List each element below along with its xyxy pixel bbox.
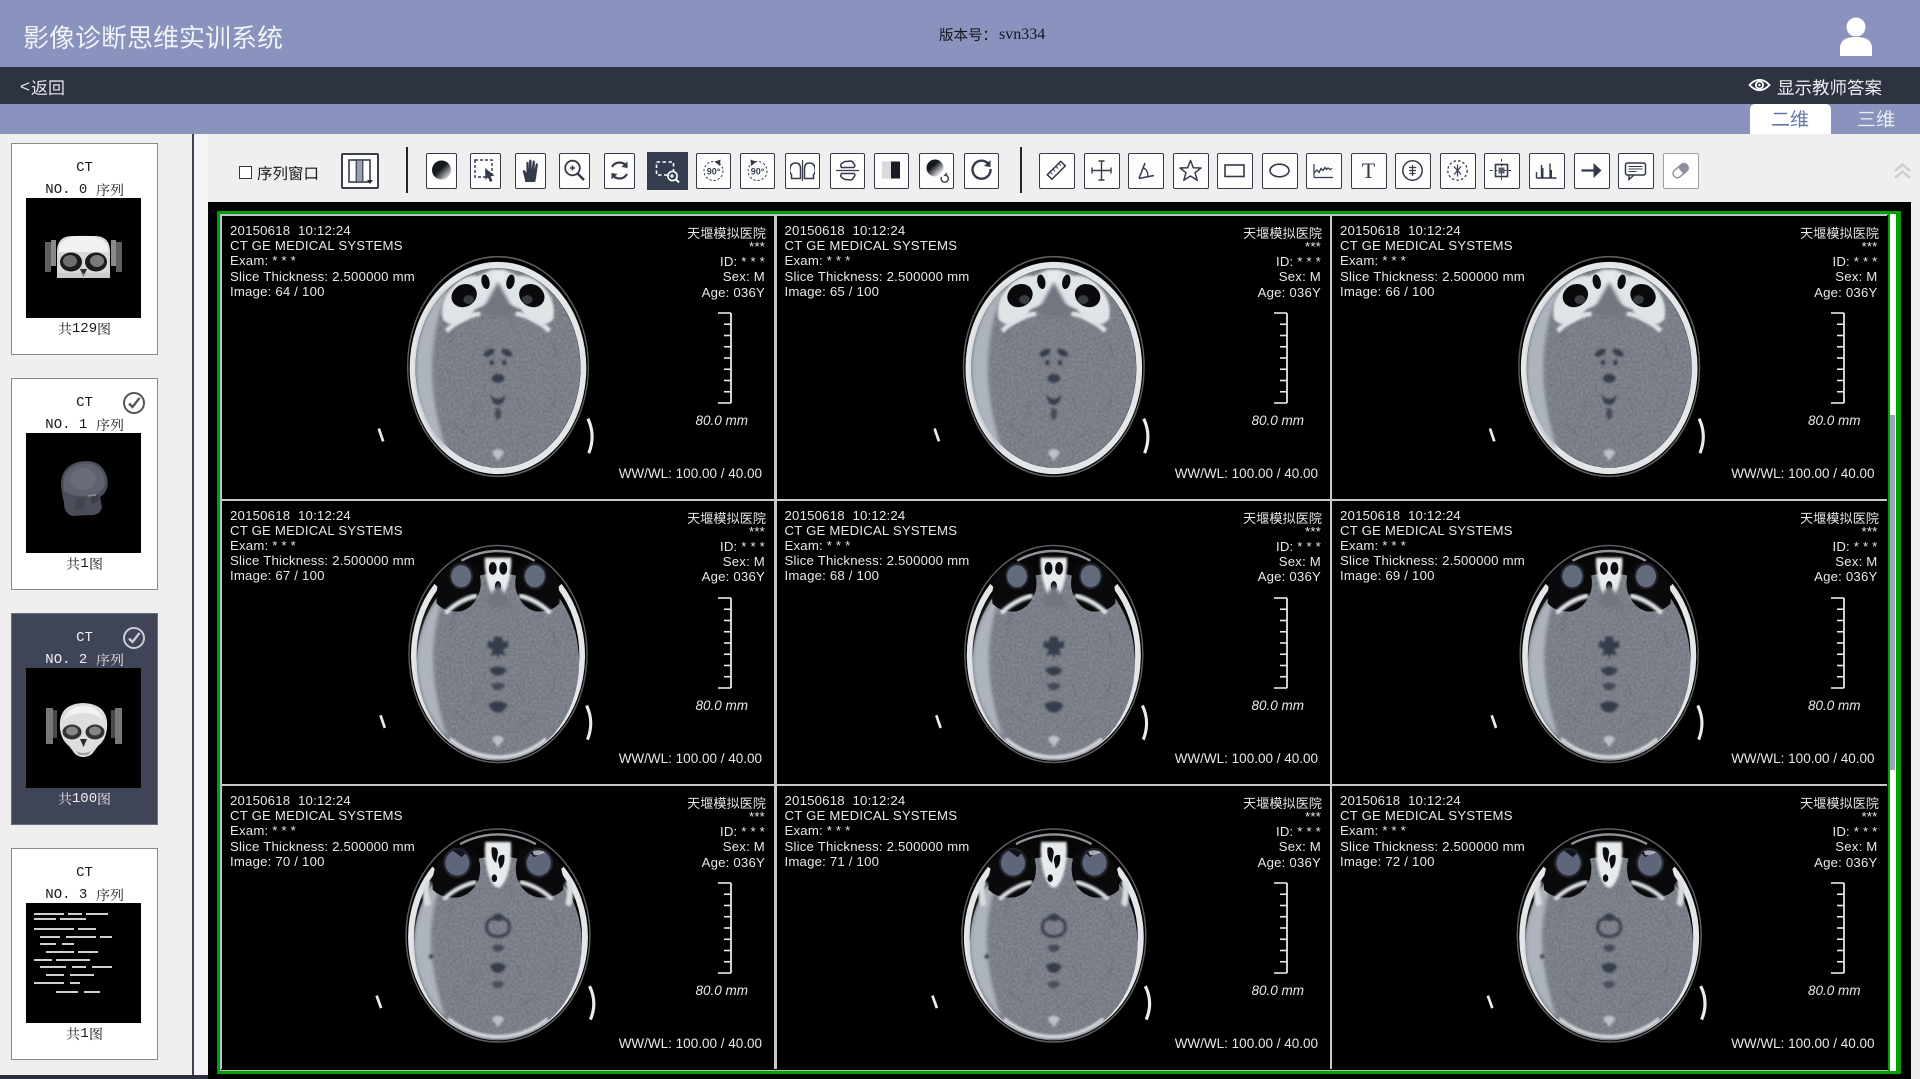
- svg-text:T: T: [1362, 158, 1376, 183]
- svg-text:90°: 90°: [751, 167, 765, 177]
- svg-text:90°: 90°: [707, 167, 721, 177]
